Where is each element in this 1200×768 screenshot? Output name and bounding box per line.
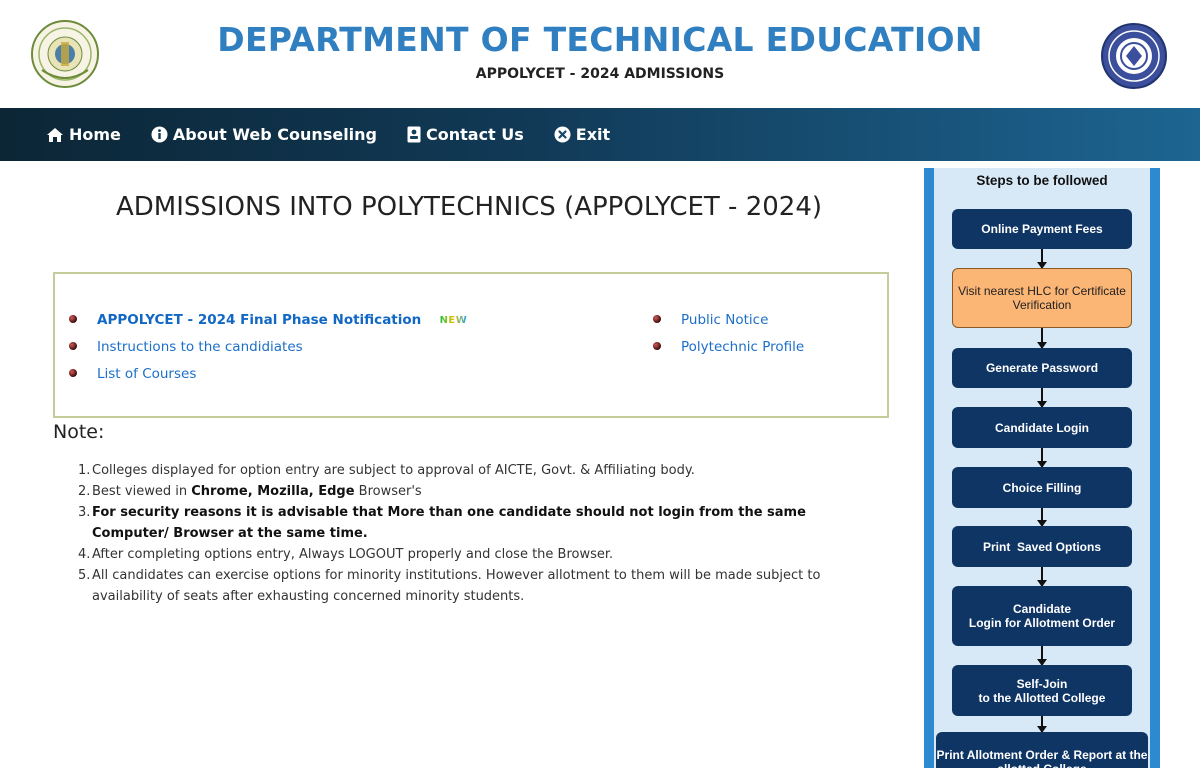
note-item: 1. Colleges displayed for option entry a… [71, 460, 881, 481]
step-label: Print Allotment Order & Report at the al… [936, 748, 1148, 768]
list-item: Public Notice [653, 310, 804, 337]
step-print-saved-options[interactable]: Print Saved Options [952, 526, 1132, 567]
step-visit-hlc[interactable]: Visit nearest HLC for Certificate Verifi… [952, 268, 1132, 328]
note-text: After completing options entry, Always L… [92, 547, 614, 562]
bullet-icon [653, 342, 661, 350]
step-arrow [1037, 388, 1047, 408]
list-item: List of Courses [69, 364, 467, 391]
department-title: DEPARTMENT OF TECHNICAL EDUCATION [217, 20, 983, 59]
step-label: Self-Join to the Allotted College [978, 676, 1106, 705]
note-item: 4. After completing options entry, Alway… [71, 544, 881, 565]
note-item: 2. Best viewed in Chrome, Mozilla, Edge … [71, 481, 881, 502]
note-number: 5. [78, 568, 91, 583]
close-circle-icon [554, 126, 571, 143]
info-icon [151, 126, 168, 143]
final-phase-notification-link[interactable]: APPOLYCET - 2024 Final Phase Notificatio… [97, 312, 421, 328]
links-list-right: Public Notice Polytechnic Profile [653, 310, 804, 364]
board-seal-logo [1101, 23, 1167, 89]
nav-contact-us[interactable]: Contact Us [407, 125, 524, 144]
instructions-link[interactable]: Instructions to the candidiates [97, 339, 303, 355]
step-self-join[interactable]: Self-Join to the Allotted College [952, 665, 1132, 716]
nav-about-web-counseling[interactable]: About Web Counseling [151, 125, 377, 144]
page-heading: ADMISSIONS INTO POLYTECHNICS (APPOLYCET … [115, 192, 823, 222]
step-online-payment-fees[interactable]: Online Payment Fees [952, 209, 1132, 249]
home-icon [47, 127, 63, 142]
note-text: Colleges displayed for option entry are … [92, 463, 695, 478]
step-print-allotment-order[interactable]: Print Allotment Order & Report at the al… [936, 732, 1148, 768]
nav-contact-label: Contact Us [426, 125, 524, 144]
nav-exit[interactable]: Exit [554, 125, 610, 144]
site-header: DEPARTMENT OF TECHNICAL EDUCATION APPOLY… [0, 0, 1200, 108]
note-text-bold: Chrome, Mozilla, Edge [191, 484, 355, 499]
nav-home[interactable]: Home [46, 125, 121, 144]
list-of-courses-link[interactable]: List of Courses [97, 366, 196, 382]
step-arrow [1037, 328, 1047, 349]
step-arrow [1037, 249, 1047, 269]
note-number: 3. [78, 505, 91, 520]
step-generate-password[interactable]: Generate Password [952, 348, 1132, 388]
nav-exit-label: Exit [575, 125, 611, 144]
step-arrow [1037, 508, 1047, 527]
note-text: All candidates can exercise options for … [92, 568, 821, 604]
step-arrow [1037, 567, 1047, 587]
step-choice-filling[interactable]: Choice Filling [952, 467, 1132, 508]
step-candidate-login[interactable]: Candidate Login [952, 407, 1132, 448]
page: DEPARTMENT OF TECHNICAL EDUCATION APPOLY… [0, 0, 1200, 768]
step-label: Candidate Login for Allotment Order [968, 602, 1116, 630]
note-text-post: Browser's [354, 484, 422, 499]
notes-list: 1. Colleges displayed for option entry a… [71, 460, 881, 607]
note-item: 3. For security reasons it is advisable … [71, 502, 881, 544]
note-title: Note: [53, 421, 105, 443]
note-item: 5. All candidates can exercise options f… [71, 565, 881, 607]
step-label: Choice Filling [1002, 480, 1082, 495]
step-arrow [1037, 716, 1047, 733]
step-label: Visit nearest HLC for Certificate Verifi… [958, 284, 1126, 312]
step-login-allotment-order[interactable]: Candidate Login for Allotment Order [952, 586, 1132, 646]
links-panel: APPOLYCET - 2024 Final Phase Notificatio… [53, 272, 889, 418]
note-number: 2. [78, 484, 91, 499]
list-item: Instructions to the candidiates [69, 337, 467, 364]
public-notice-link[interactable]: Public Notice [681, 312, 768, 328]
nav-home-label: Home [69, 125, 121, 144]
links-list-left: APPOLYCET - 2024 Final Phase Notificatio… [69, 310, 467, 391]
list-item: APPOLYCET - 2024 Final Phase Notificatio… [69, 310, 467, 337]
step-label: Candidate Login [995, 420, 1089, 435]
bullet-icon [653, 315, 661, 323]
main-nav: Home About Web Counseling Contact Us Exi… [0, 108, 1200, 161]
list-item: Polytechnic Profile [653, 337, 804, 364]
note-number: 4. [78, 547, 91, 562]
step-arrow [1037, 646, 1047, 666]
note-text-pre: Best viewed in [92, 484, 192, 499]
step-arrow [1037, 448, 1047, 468]
step-label: Print Saved Options [982, 539, 1102, 554]
admissions-subtitle: APPOLYCET - 2024 ADMISSIONS [475, 66, 725, 82]
note-text-bold: For security reasons it is advisable tha… [92, 505, 806, 541]
step-label: Generate Password [985, 361, 1099, 375]
nav-about-label: About Web Counseling [172, 125, 377, 144]
step-label: Online Payment Fees [981, 222, 1103, 236]
new-badge: NEW [440, 311, 468, 331]
polytechnic-profile-link[interactable]: Polytechnic Profile [681, 339, 804, 355]
bullet-icon [69, 342, 77, 350]
note-number: 1. [78, 463, 91, 478]
contact-card-icon [407, 126, 421, 143]
steps-sidebar: Steps to be followed Online Payment Fees… [924, 168, 1160, 768]
steps-title: Steps to be followed [976, 173, 1108, 188]
bullet-icon [69, 369, 77, 377]
bullet-icon [69, 315, 77, 323]
